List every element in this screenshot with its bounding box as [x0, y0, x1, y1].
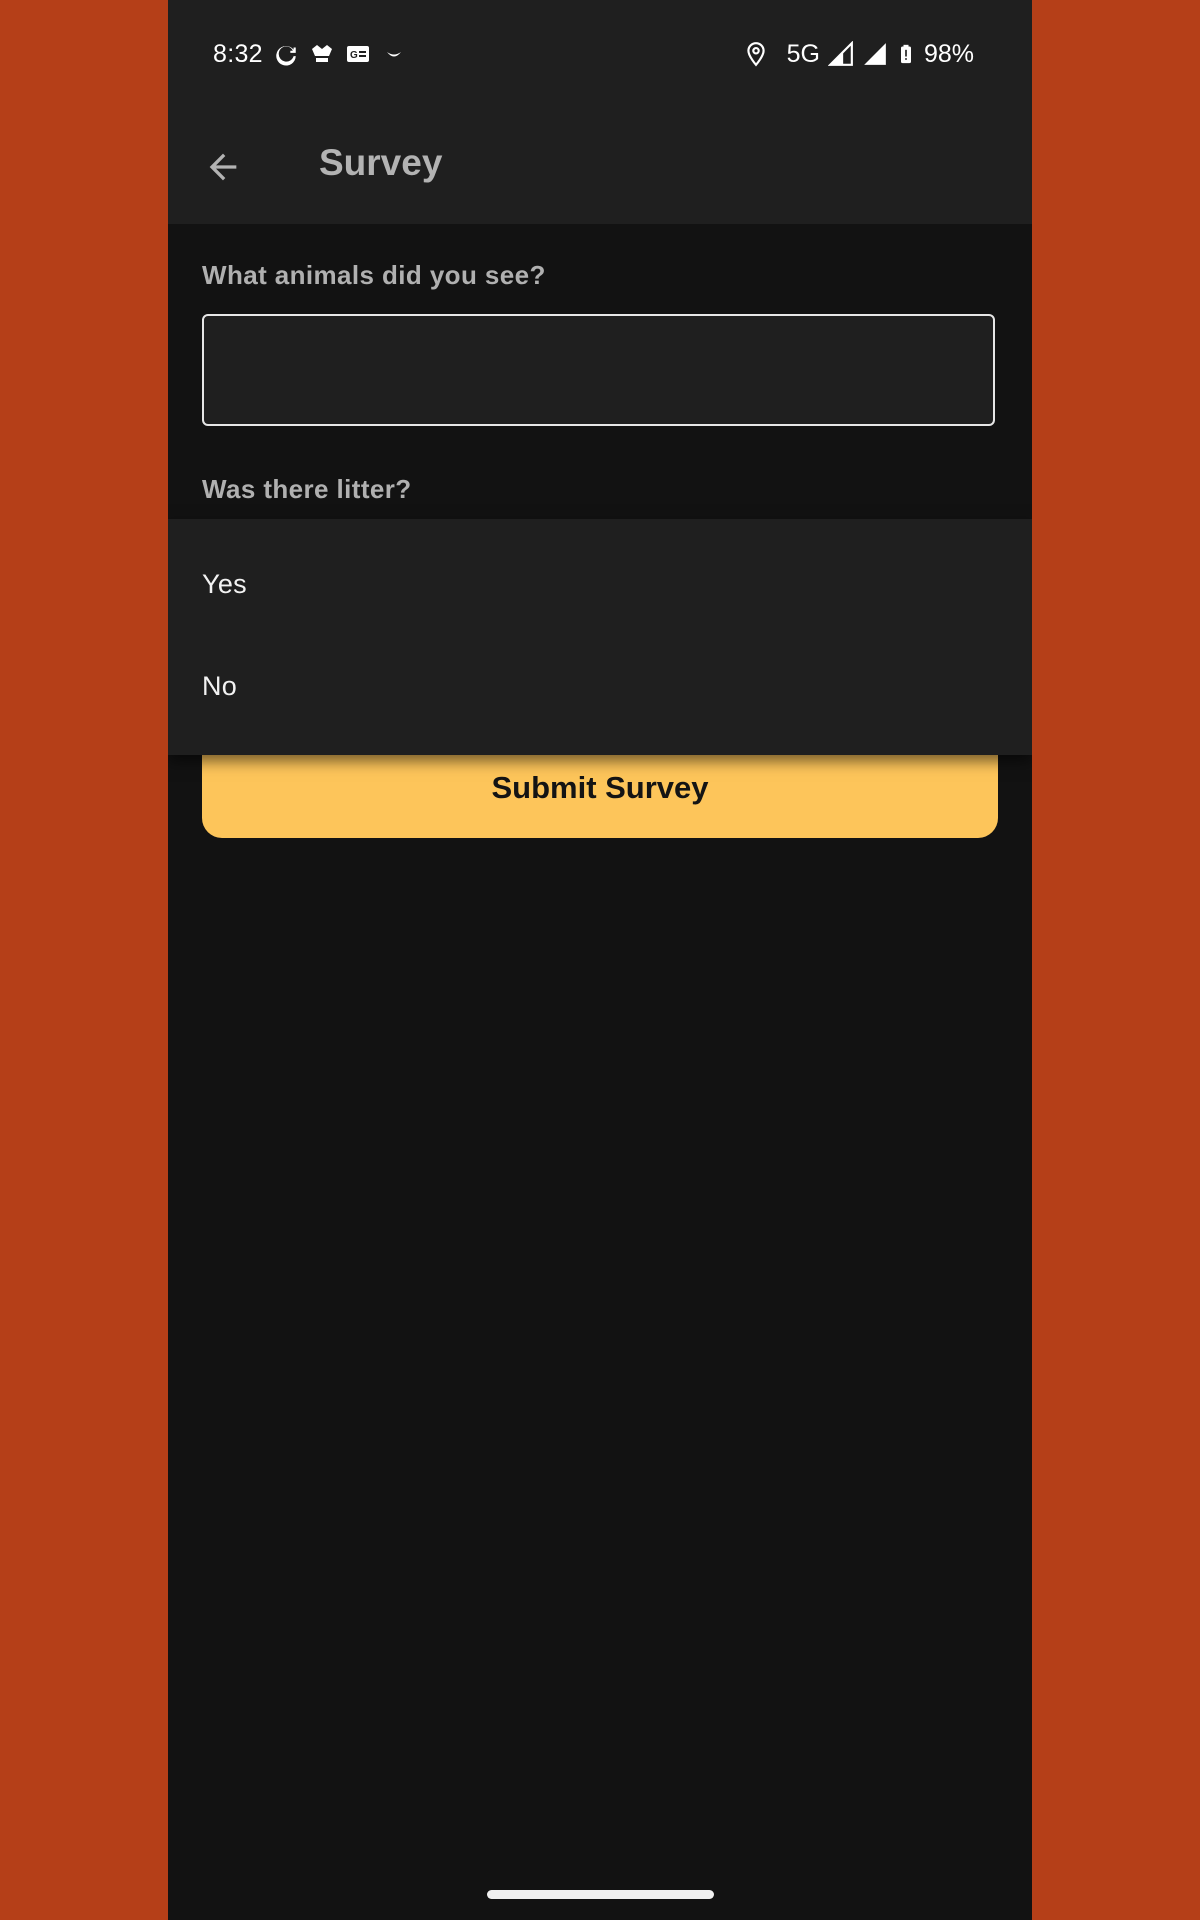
back-button[interactable]: [202, 146, 244, 188]
app-bar: Survey: [168, 106, 1032, 224]
svg-text:G: G: [350, 50, 358, 61]
page-title: Survey: [319, 142, 443, 183]
battery-percent: 98%: [923, 39, 974, 68]
status-bar: 8:32 G 5G 98%: [168, 0, 1032, 106]
status-time: 8:32: [213, 39, 263, 68]
home-indicator[interactable]: [487, 1890, 714, 1899]
question-animals-label: What animals did you see?: [202, 260, 546, 290]
fool-app-icon: [311, 45, 332, 62]
status-left: 8:32 G: [213, 38, 407, 70]
litter-dropdown-menu: Yes No: [168, 519, 1032, 755]
phone-screen: 8:32 G 5G 98% Survey What animals did yo…: [168, 0, 1032, 1920]
smile-icon: [386, 52, 401, 57]
signal-icon: [827, 41, 853, 66]
signal-icon: [864, 43, 886, 65]
arrow-left-icon: [209, 153, 237, 181]
network-label: 5G: [786, 39, 820, 68]
news-icon: G: [346, 46, 369, 62]
dropdown-option-no[interactable]: No: [202, 671, 237, 702]
dropdown-option-yes[interactable]: Yes: [202, 569, 247, 600]
location-icon: [746, 42, 765, 67]
question-litter-label: Was there litter?: [202, 474, 412, 504]
animals-input[interactable]: [202, 314, 995, 426]
status-right: 5G 98%: [743, 38, 974, 70]
battery-icon: [900, 44, 911, 64]
sync-icon: [276, 46, 296, 66]
